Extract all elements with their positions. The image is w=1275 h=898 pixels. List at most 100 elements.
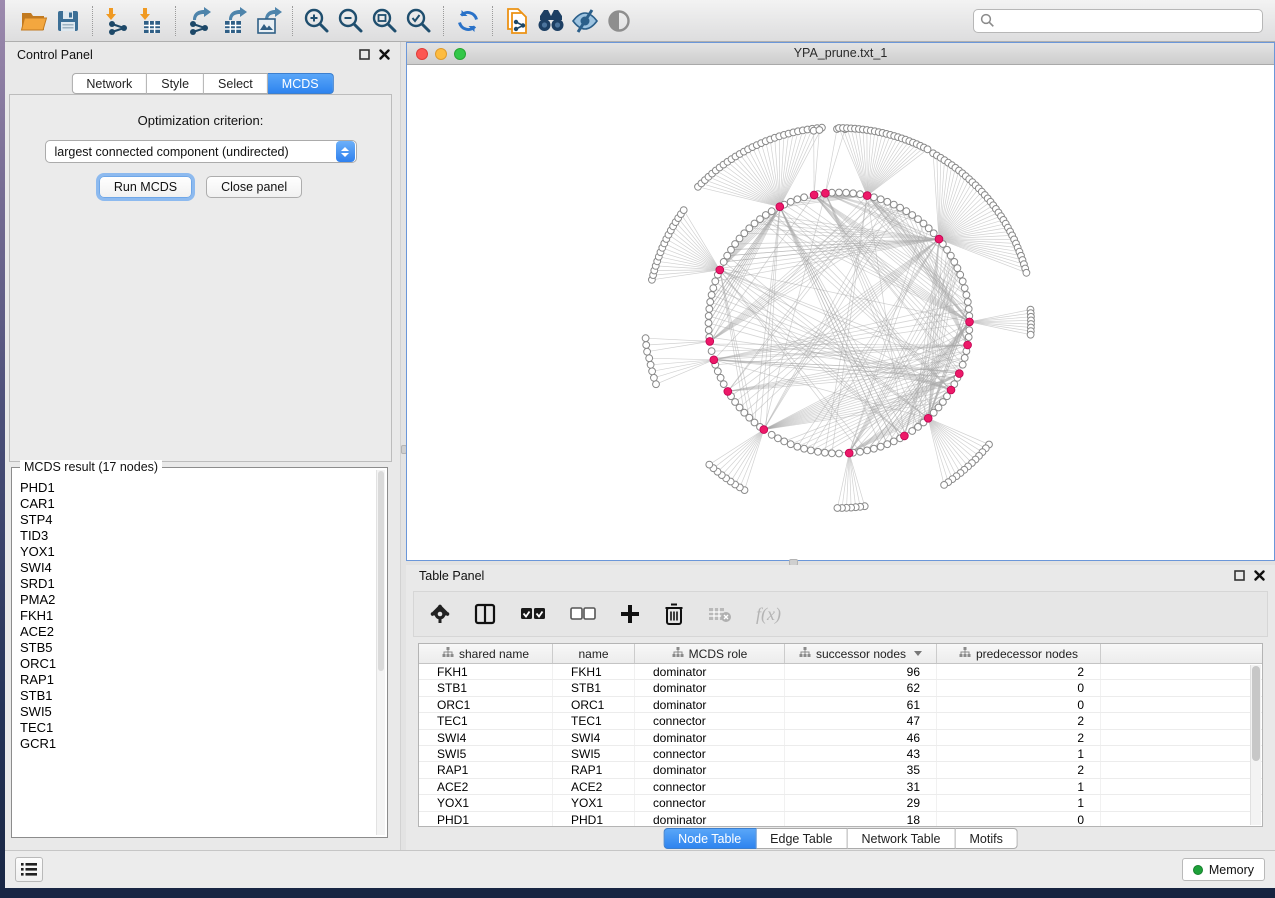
mcds-node-item[interactable]: GCR1 [16,736,375,752]
table-cell[interactable]: 0 [937,812,1101,827]
table-cell[interactable]: connector [635,713,785,728]
mcds-node-item[interactable]: CAR1 [16,496,375,512]
table-cell[interactable]: 43 [785,746,937,761]
table-options-icon[interactable] [430,604,450,624]
table-cell[interactable]: PHD1 [419,812,553,827]
table-cell[interactable]: YOX1 [553,795,635,810]
table-cell[interactable]: 0 [937,697,1101,712]
table-cell[interactable]: 2 [937,664,1101,679]
close-panel-button[interactable]: Close panel [206,176,302,198]
table-row[interactable]: YOX1YOX1connector291 [419,795,1262,811]
table-cell[interactable]: 35 [785,762,937,777]
table-cell[interactable]: SWI5 [419,746,553,761]
table-cell[interactable]: 2 [937,713,1101,728]
mcds-node-item[interactable]: FKH1 [16,608,375,624]
export-image-icon[interactable] [251,4,285,38]
search-field[interactable] [973,9,1263,33]
mcds-node-item[interactable]: PMA2 [16,592,375,608]
add-row-icon[interactable] [620,604,640,624]
tab-motifs[interactable]: Motifs [955,828,1017,849]
table-cell[interactable]: 29 [785,795,937,810]
table-cell[interactable]: 31 [785,779,937,794]
table-row[interactable]: PHD1PHD1dominator180 [419,812,1262,827]
run-mcds-button[interactable]: Run MCDS [99,176,192,198]
tab-network[interactable]: Network [71,73,147,94]
table-cell[interactable]: ACE2 [419,779,553,794]
table-cell[interactable]: 1 [937,746,1101,761]
tab-select[interactable]: Select [204,73,268,94]
mcds-node-item[interactable]: TID3 [16,528,375,544]
table-cell[interactable]: dominator [635,697,785,712]
table-cell[interactable]: ORC1 [419,697,553,712]
table-cell[interactable]: dominator [635,812,785,827]
table-scrollbar[interactable] [1250,665,1261,825]
open-folder-icon[interactable] [17,4,51,38]
mcds-node-item[interactable]: STP4 [16,512,375,528]
float-panel-icon[interactable] [359,49,370,60]
mcds-node-item[interactable]: RAP1 [16,672,375,688]
table-row[interactable]: FKH1FKH1dominator962 [419,664,1262,680]
tab-style[interactable]: Style [147,73,204,94]
table-cell[interactable]: SWI4 [419,730,553,745]
node-table[interactable]: shared namenameMCDS rolesuccessor nodesp… [418,643,1263,827]
mcds-node-item[interactable]: SWI5 [16,704,375,720]
import-table-icon[interactable] [134,4,168,38]
table-cell[interactable]: 2 [937,762,1101,777]
network-graph[interactable] [407,65,1274,560]
export-table-icon[interactable] [217,4,251,38]
table-row[interactable]: STB1STB1dominator620 [419,680,1262,696]
table-cell[interactable]: 0 [937,680,1101,695]
table-cell[interactable]: TEC1 [553,713,635,728]
mcds-node-item[interactable]: TEC1 [16,720,375,736]
table-cell[interactable]: dominator [635,762,785,777]
table-cell[interactable]: FKH1 [419,664,553,679]
table-cell[interactable]: YOX1 [419,795,553,810]
table-cell[interactable]: SWI5 [553,746,635,761]
table-row[interactable]: TEC1TEC1connector472 [419,713,1262,729]
mcds-node-item[interactable]: PHD1 [16,480,375,496]
network-canvas[interactable] [407,65,1274,560]
mcds-node-item[interactable]: ORC1 [16,656,375,672]
table-cell[interactable]: 47 [785,713,937,728]
table-row[interactable]: ACE2ACE2connector311 [419,779,1262,795]
table-cell[interactable]: 46 [785,730,937,745]
table-cell[interactable]: 2 [937,730,1101,745]
search-input[interactable] [1000,14,1256,28]
table-cell[interactable]: SWI4 [553,730,635,745]
tab-edge-table[interactable]: Edge Table [756,828,847,849]
tab-mcds[interactable]: MCDS [268,73,334,94]
select-all-rows-icon[interactable] [520,607,546,621]
table-cell[interactable]: RAP1 [553,762,635,777]
table-cell[interactable]: 18 [785,812,937,827]
mcds-result-list[interactable]: PHD1CAR1STP4TID3YOX1SWI4SRD1PMA2FKH1ACE2… [16,480,375,835]
zoom-fit-icon[interactable] [368,4,402,38]
column-header-name[interactable]: name [553,644,635,663]
refresh-view-icon[interactable] [451,4,485,38]
table-cell[interactable]: STB1 [553,680,635,695]
table-row[interactable]: SWI4SWI4dominator462 [419,730,1262,746]
clone-network-icon[interactable] [500,4,534,38]
memory-button[interactable]: Memory [1182,858,1265,881]
mcds-node-item[interactable]: SRD1 [16,576,375,592]
tab-network-table[interactable]: Network Table [848,828,956,849]
import-network-icon[interactable] [100,4,134,38]
show-panels-button[interactable] [15,857,43,882]
table-cell[interactable]: connector [635,746,785,761]
table-cell[interactable]: PHD1 [553,812,635,827]
table-cell[interactable]: dominator [635,680,785,695]
hide-selected-icon[interactable] [568,4,602,38]
table-cell[interactable]: TEC1 [419,713,553,728]
export-network-icon[interactable] [183,4,217,38]
table-cell[interactable]: connector [635,779,785,794]
mcds-node-item[interactable]: STB5 [16,640,375,656]
column-header-predecessor-nodes[interactable]: predecessor nodes [937,644,1101,663]
zoom-in-icon[interactable] [300,4,334,38]
criterion-dropdown[interactable]: largest connected component (undirected) [45,140,357,163]
mcds-list-scrollbar[interactable] [376,470,385,835]
delete-row-icon[interactable] [664,603,684,625]
mcds-node-item[interactable]: STB1 [16,688,375,704]
table-cell[interactable]: 96 [785,664,937,679]
float-panel-icon[interactable] [1234,570,1245,581]
network-window-titlebar[interactable]: YPA_prune.txt_1 [407,43,1274,65]
mcds-node-item[interactable]: YOX1 [16,544,375,560]
